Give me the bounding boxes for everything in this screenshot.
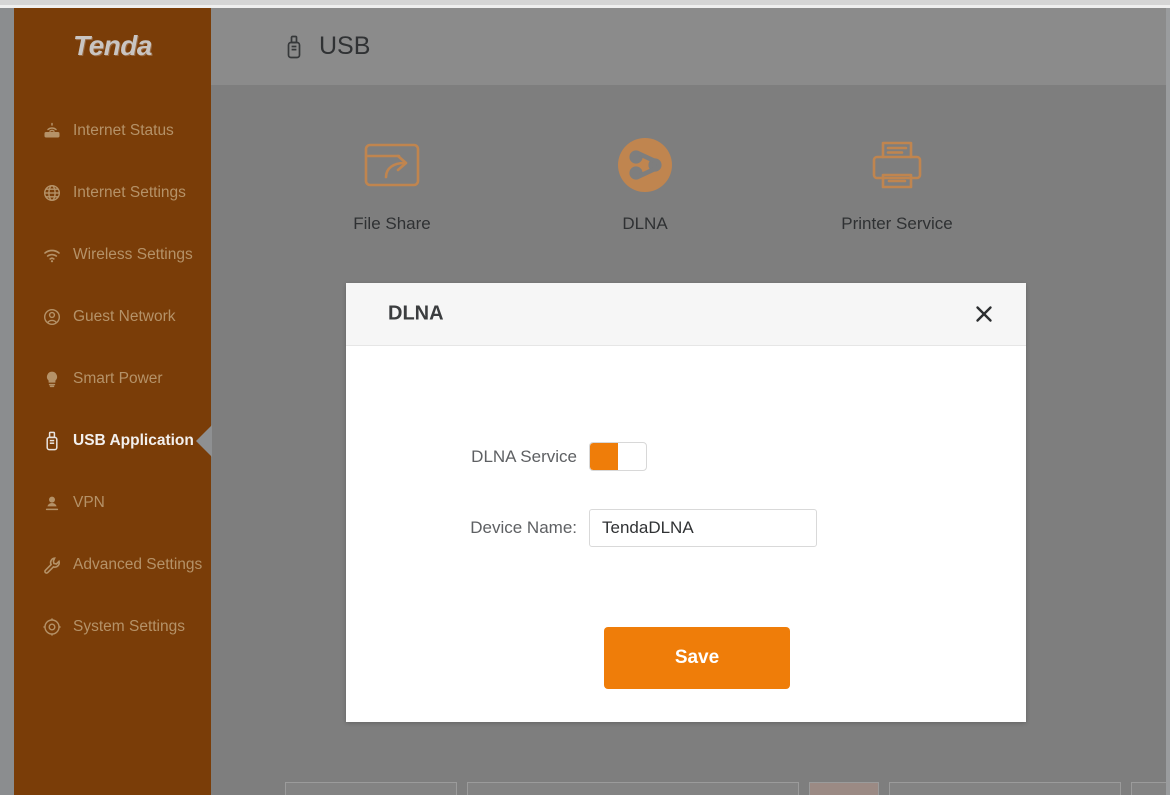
window-frame-left bbox=[0, 0, 14, 795]
usb-service-list: File Share DLNA Printer Service bbox=[211, 132, 1166, 252]
dialog-header: DLNA bbox=[346, 283, 1026, 346]
active-indicator-arrow bbox=[196, 425, 212, 457]
save-button[interactable]: Save bbox=[604, 627, 790, 689]
dlna-dialog: DLNA DLNA Service Device Name: Save bbox=[346, 283, 1026, 722]
sidebar-item-label: Wireless Settings bbox=[73, 246, 193, 263]
usb-icon bbox=[42, 431, 62, 451]
sidebar-item-system-settings[interactable]: System Settings bbox=[14, 596, 211, 658]
dlna-icon bbox=[555, 132, 735, 198]
sidebar-item-usb-application[interactable]: USB Application bbox=[14, 410, 212, 472]
device-name-row: Device Name: bbox=[346, 509, 1026, 547]
device-name-label: Device Name: bbox=[470, 518, 577, 537]
dlna-service-toggle[interactable] bbox=[589, 442, 647, 471]
wifi-icon bbox=[42, 245, 62, 265]
printer-icon bbox=[807, 132, 987, 198]
router-admin-window: USB File Share DLNA Printer Service Tend… bbox=[0, 0, 1170, 795]
router-icon bbox=[42, 121, 62, 141]
service-tile-dlna[interactable]: DLNA bbox=[555, 132, 735, 234]
bottom-panel-fragment-2 bbox=[467, 782, 799, 795]
sidebar-item-label: Internet Status bbox=[73, 122, 174, 139]
sidebar-item-smart-power[interactable]: Smart Power bbox=[14, 348, 211, 410]
page-title: USB bbox=[319, 32, 371, 60]
dlna-service-row: DLNA Service bbox=[346, 442, 1026, 471]
sidebar-item-vpn[interactable]: VPN bbox=[14, 472, 211, 534]
bottom-panel-fragment-3 bbox=[809, 782, 879, 795]
device-name-input[interactable] bbox=[589, 509, 817, 547]
sidebar-item-label: Internet Settings bbox=[73, 184, 186, 201]
sidebar-item-guest-network[interactable]: Guest Network bbox=[14, 286, 211, 348]
guest-icon bbox=[42, 307, 62, 327]
vpn-lock-icon bbox=[42, 493, 62, 513]
bottom-panel-fragment-5 bbox=[1131, 782, 1169, 795]
sidebar-item-label: Guest Network bbox=[73, 308, 176, 325]
service-label: File Share bbox=[353, 214, 431, 233]
close-icon[interactable] bbox=[969, 299, 999, 329]
usb-icon bbox=[283, 35, 305, 59]
window-frame-right bbox=[1166, 0, 1170, 795]
bottom-panel-fragment-4 bbox=[889, 782, 1121, 795]
sidebar-item-label: Advanced Settings bbox=[73, 556, 203, 573]
sidebar-item-label: System Settings bbox=[73, 618, 185, 635]
sidebar-item-label: Smart Power bbox=[73, 370, 163, 387]
sidebar-item-internet-status[interactable]: Internet Status bbox=[14, 100, 211, 162]
toggle-knob bbox=[590, 443, 618, 470]
globe-icon bbox=[42, 183, 62, 203]
service-label: Printer Service bbox=[841, 214, 953, 233]
dialog-body: DLNA Service Device Name: Save bbox=[346, 346, 1026, 723]
bulb-icon bbox=[42, 369, 62, 389]
sidebar-item-internet-settings[interactable]: Internet Settings bbox=[14, 162, 211, 224]
sidebar-nav: Internet Status Internet Settings Wirele… bbox=[14, 100, 212, 658]
file-share-icon bbox=[302, 132, 482, 198]
sidebar-item-label: VPN bbox=[73, 494, 105, 511]
sidebar-item-label: USB Application bbox=[73, 432, 194, 449]
gear-icon bbox=[42, 617, 62, 637]
sidebar-item-wireless-settings[interactable]: Wireless Settings bbox=[14, 224, 211, 286]
dlna-service-label: DLNA Service bbox=[471, 446, 577, 466]
service-label: DLNA bbox=[622, 214, 668, 233]
bottom-panel-fragment-1 bbox=[285, 782, 457, 795]
brand-logo: Tenda bbox=[73, 30, 152, 61]
service-tile-file-share[interactable]: File Share bbox=[302, 132, 482, 234]
page-header: USB bbox=[211, 8, 1166, 85]
window-frame-top-inner bbox=[0, 5, 1170, 8]
dialog-title: DLNA bbox=[388, 302, 444, 325]
wrench-icon bbox=[42, 555, 62, 575]
service-tile-printer[interactable]: Printer Service bbox=[807, 132, 987, 234]
sidebar: Tenda Internet Status Internet Settings … bbox=[14, 8, 212, 795]
sidebar-item-advanced-settings[interactable]: Advanced Settings bbox=[14, 534, 211, 596]
